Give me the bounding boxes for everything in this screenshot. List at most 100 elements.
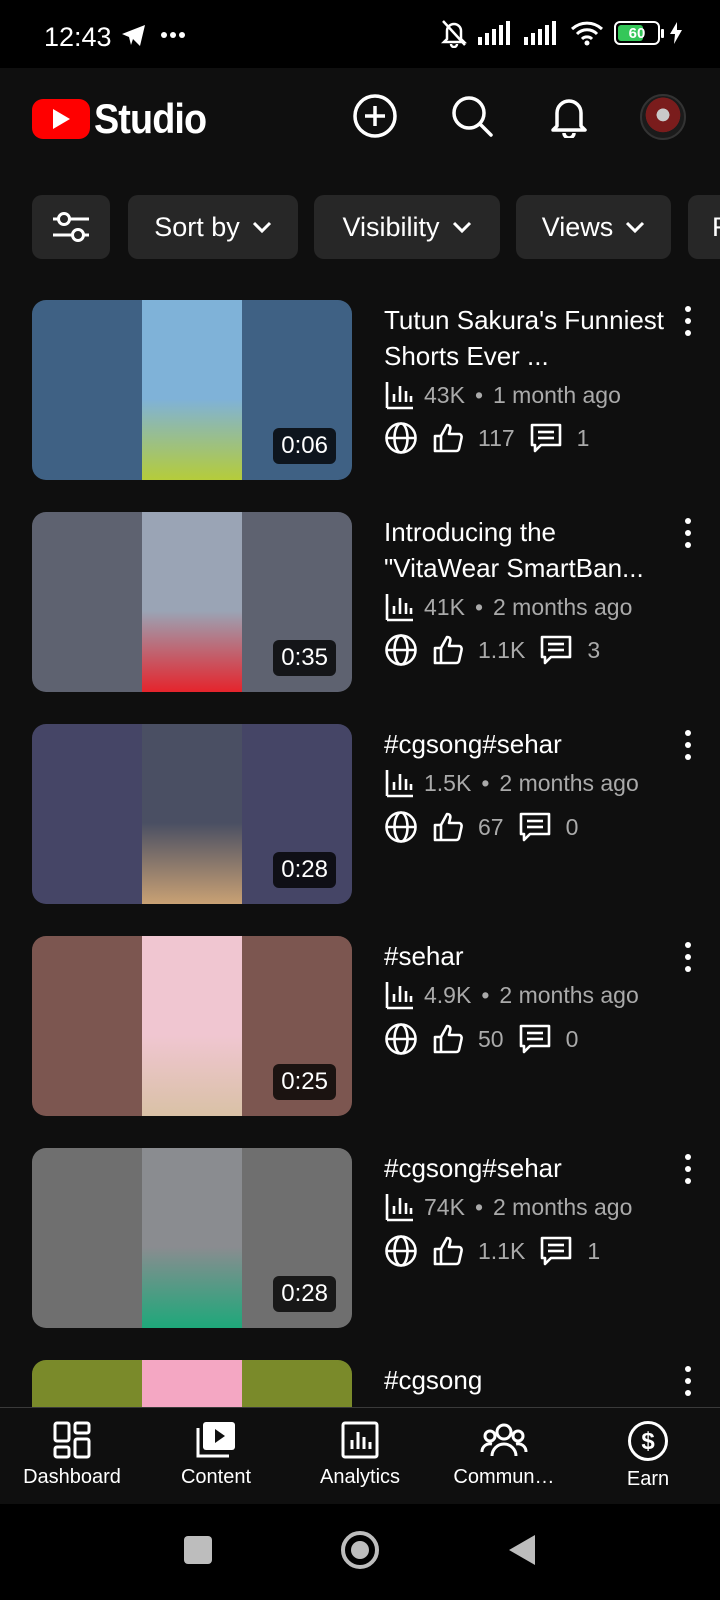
- view-count: 1.5K: [424, 769, 472, 796]
- thumbs-up-icon: [433, 635, 463, 665]
- wifi-icon: [570, 21, 604, 46]
- video-duration: 0:35: [273, 640, 336, 676]
- signal-icon: [478, 21, 510, 45]
- sort-by-chip[interactable]: Sort by: [128, 195, 298, 259]
- video-row[interactable]: 0:28 #cgsong#sehar 1.5K • 2 months ago 67 …: [0, 724, 720, 904]
- filter-settings-button[interactable]: [32, 195, 110, 259]
- thumbnail-frame: [142, 300, 242, 480]
- telegram-icon: [122, 25, 145, 46]
- battery-indicator: 60: [614, 21, 664, 45]
- home-button[interactable]: [341, 1531, 379, 1569]
- nav-dashboard[interactable]: Dashboard: [0, 1420, 144, 1489]
- views-label: Views: [541, 211, 614, 242]
- bell-icon: [551, 99, 587, 138]
- chevron-down-icon: [252, 221, 271, 233]
- nav-earn-label: Earn: [626, 1468, 670, 1490]
- dot-icon: [685, 754, 691, 760]
- avatar[interactable]: [640, 94, 686, 140]
- video-engagement: 1.1K 3: [384, 633, 600, 667]
- bottom-navigation: Dashboard Content Analytics Commun… $ Ea…: [0, 1407, 720, 1504]
- upload-age: 2 months ago: [499, 769, 639, 796]
- dollar-circle-icon: $: [628, 1421, 668, 1461]
- video-thumbnail[interactable]: 0:35: [32, 512, 352, 692]
- video-row[interactable]: 0:28 #cgsong#sehar 74K • 2 months ago 1.1K…: [0, 1148, 720, 1328]
- video-title[interactable]: Introducing the "VitaWear SmartBan...: [384, 514, 674, 586]
- analytics-icon: [341, 1421, 379, 1459]
- notifications-button[interactable]: [543, 90, 595, 142]
- view-count: 74K: [424, 1193, 465, 1220]
- thumbs-up-icon: [433, 423, 463, 453]
- dot-icon: [685, 330, 691, 336]
- comment-count: 1: [576, 424, 590, 451]
- visibility-label: Visibility: [342, 211, 440, 242]
- status-left-icons: [120, 22, 186, 48]
- status-right-icons: 60: [440, 18, 682, 48]
- dot-icon: [685, 1178, 691, 1184]
- video-thumbnail[interactable]: 0:28: [32, 1148, 352, 1328]
- more-options-button[interactable]: [675, 942, 701, 972]
- create-button[interactable]: [349, 90, 401, 142]
- nav-analytics-label: Analytics: [319, 1466, 401, 1488]
- more-options-button[interactable]: [675, 1154, 701, 1184]
- globe-icon: [385, 1235, 417, 1267]
- video-title[interactable]: #cgsong: [384, 1362, 674, 1398]
- views-chip[interactable]: Views: [516, 195, 671, 259]
- video-thumbnail[interactable]: [32, 1360, 352, 1407]
- video-engagement: 117 1: [384, 421, 589, 455]
- video-stats: 1.5K • 2 months ago: [384, 768, 639, 798]
- more-options-button[interactable]: [675, 518, 701, 548]
- comment-icon: [519, 812, 550, 842]
- charging-icon: [670, 22, 682, 44]
- nav-analytics[interactable]: Analytics: [288, 1420, 432, 1489]
- globe-icon: [385, 422, 417, 454]
- dot-icon: [685, 742, 691, 748]
- chevron-down-icon: [452, 221, 471, 233]
- nav-earn[interactable]: $ Earn: [576, 1420, 720, 1491]
- video-title[interactable]: #cgsong#sehar: [384, 1150, 674, 1186]
- video-thumbnail[interactable]: 0:06: [32, 300, 352, 480]
- content-library-icon: [196, 1422, 235, 1458]
- video-row[interactable]: 0:06 Tutun Sakura's Funniest Shorts Ever…: [0, 300, 720, 480]
- svg-text:$: $: [641, 1428, 655, 1455]
- nav-community[interactable]: Commun…: [432, 1420, 576, 1489]
- video-title[interactable]: #sehar: [384, 938, 674, 974]
- dot-icon: [685, 942, 691, 948]
- signal-icon-2: [524, 21, 556, 45]
- more-options-button[interactable]: [675, 1366, 701, 1396]
- upload-age: 2 months ago: [499, 981, 639, 1008]
- nav-content[interactable]: Content: [144, 1420, 288, 1489]
- thumbnail-frame: [142, 1360, 242, 1407]
- video-duration: 0:25: [273, 1064, 336, 1100]
- add-circle-icon: [353, 94, 397, 138]
- analytics-bars-icon: [385, 594, 413, 622]
- upload-age: 2 months ago: [493, 593, 633, 620]
- recent-apps-button[interactable]: [184, 1536, 212, 1564]
- video-engagement: 1.1K 1: [384, 1234, 600, 1268]
- studio-logo[interactable]: Studio: [32, 95, 219, 143]
- search-button[interactable]: [446, 90, 498, 142]
- view-count: 41K: [424, 593, 465, 620]
- more-options-button[interactable]: [675, 306, 701, 336]
- back-triangle-icon[interactable]: [507, 1533, 537, 1567]
- analytics-bars-icon: [385, 1194, 413, 1222]
- dot-icon: [685, 518, 691, 524]
- next-filter-chip[interactable]: F: [688, 195, 720, 259]
- video-row[interactable]: 0:35 Introducing the "VitaWear SmartBan.…: [0, 512, 720, 692]
- upload-age: 1 month ago: [493, 381, 621, 408]
- more-options-button[interactable]: [675, 730, 701, 760]
- video-row[interactable]: 0:25 #sehar 4.9K • 2 months ago 50 0: [0, 936, 720, 1116]
- video-row[interactable]: #cgsong: [0, 1360, 720, 1407]
- comment-icon: [519, 1024, 550, 1054]
- video-thumbnail[interactable]: 0:25: [32, 936, 352, 1116]
- status-time: 12:43: [44, 22, 112, 52]
- video-title[interactable]: #cgsong#sehar: [384, 726, 674, 762]
- dot-icon: [685, 954, 691, 960]
- like-count: 117: [478, 424, 515, 451]
- dashboard-grid-icon: [53, 1421, 91, 1459]
- visibility-chip[interactable]: Visibility: [314, 195, 500, 259]
- video-thumbnail[interactable]: 0:28: [32, 724, 352, 904]
- comment-count: 0: [565, 813, 579, 840]
- video-duration: 0:28: [273, 1276, 336, 1312]
- video-title[interactable]: Tutun Sakura's Funniest Shorts Ever ...: [384, 302, 674, 374]
- video-stats: 43K • 1 month ago: [384, 380, 621, 410]
